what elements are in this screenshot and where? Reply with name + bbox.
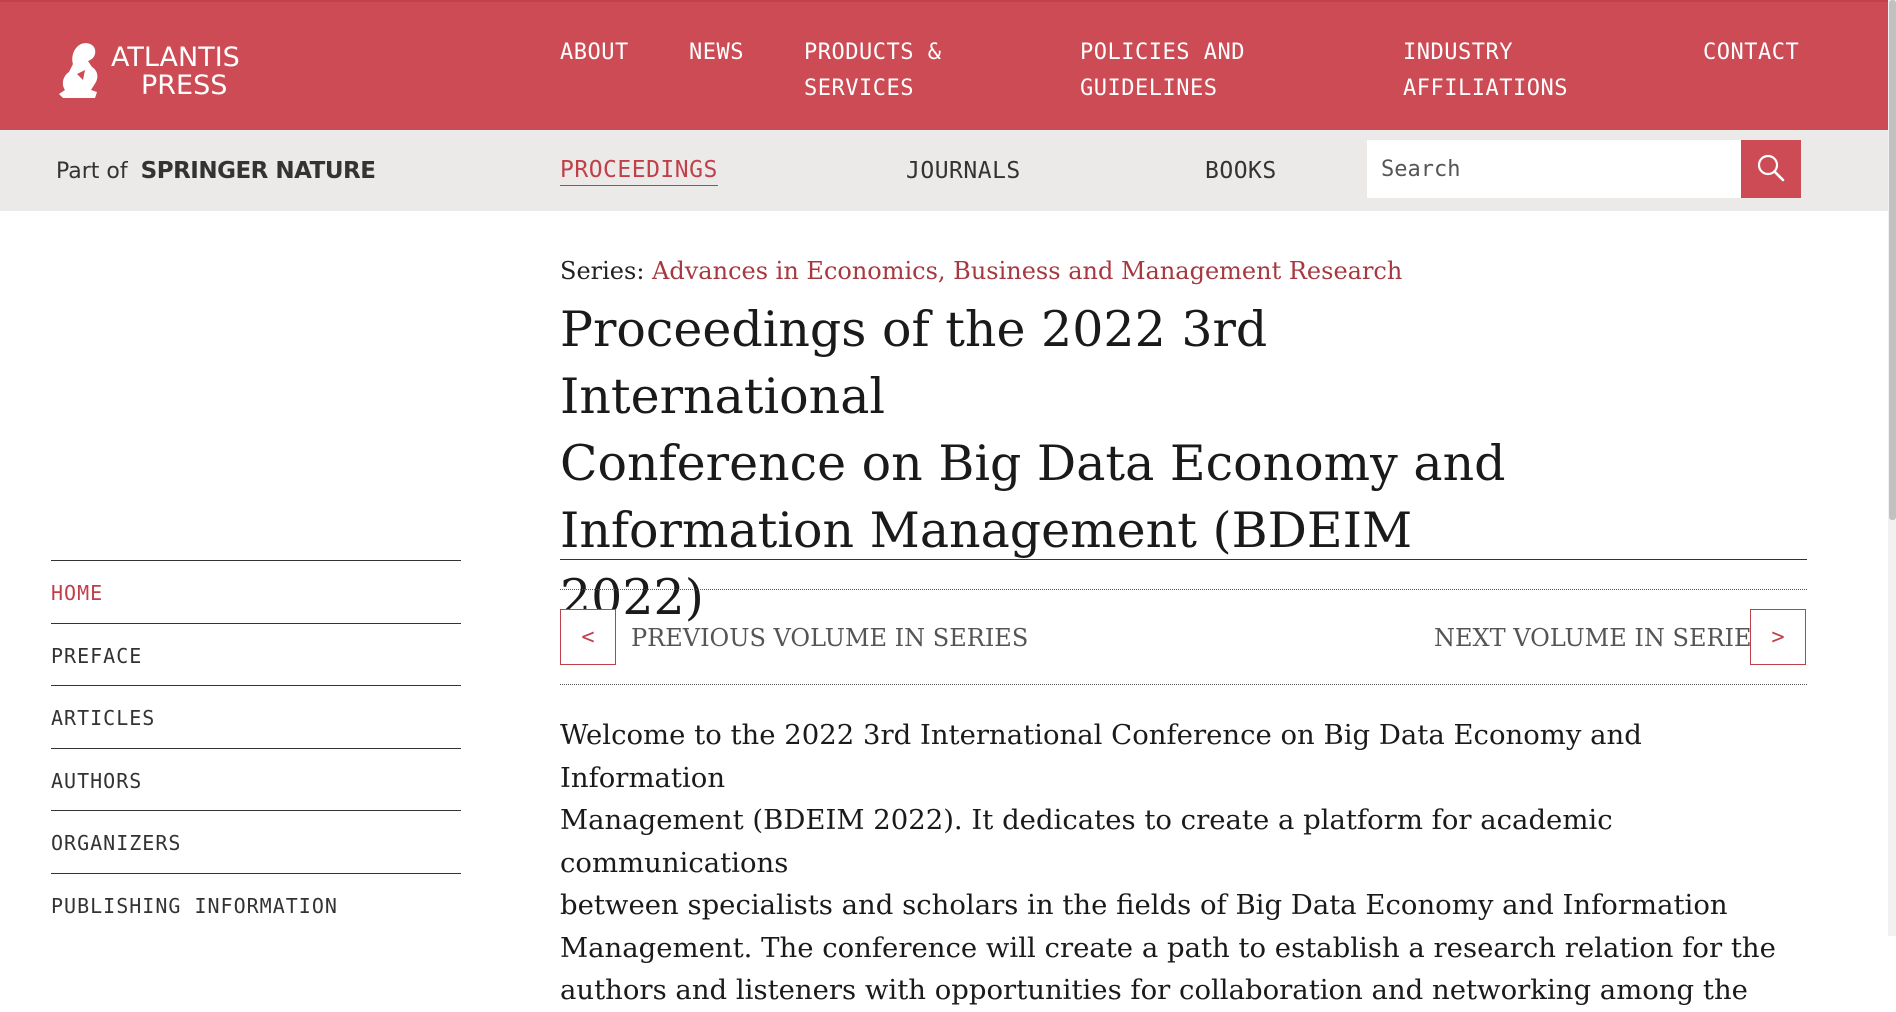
volume-nav-bottom-divider: [560, 684, 1807, 685]
logo-wordmark: ATLANTIS PRESS: [111, 44, 240, 100]
nav-news[interactable]: NEWS: [689, 35, 744, 71]
series-line: Series: Advances in Economics, Business …: [560, 254, 1402, 288]
sidebar-item-articles[interactable]: ARTICLES: [51, 685, 461, 748]
previous-volume-button[interactable]: <: [560, 609, 616, 665]
nav-products-services[interactable]: PRODUCTS & SERVICES: [804, 35, 941, 107]
nav-policies-line-1: POLICIES AND: [1080, 40, 1245, 65]
intro-paragraph: Welcome to the 2022 3rd International Co…: [560, 714, 1810, 1012]
nav-policies-line-2: GUIDELINES: [1080, 76, 1218, 101]
nav-about[interactable]: ABOUT: [560, 35, 629, 71]
previous-volume-link[interactable]: PREVIOUS VOLUME IN SERIES: [631, 621, 1028, 655]
chevron-left-icon: <: [581, 625, 595, 650]
intro-line-2: Management (BDEIM 2022). It dedicates to…: [560, 804, 1613, 879]
search-icon: [1757, 154, 1785, 182]
sidebar-nav: HOME PREFACE ARTICLES AUTHORS ORGANIZERS…: [51, 560, 461, 935]
nav-industry-affiliations[interactable]: INDUSTRY AFFILIATIONS: [1403, 35, 1568, 107]
logo-line-1: ATLANTIS: [111, 42, 240, 73]
title-line-1: Proceedings of the 2022 3rd Internationa…: [560, 301, 1268, 425]
nav-news-label: NEWS: [689, 40, 744, 65]
title-line-3: Information Management (BDEIM 2022): [560, 502, 1413, 626]
series-link[interactable]: Advances in Economics, Business and Mana…: [652, 257, 1402, 285]
intro-line-1: Welcome to the 2022 3rd International Co…: [560, 719, 1642, 794]
nav-products-line-1: PRODUCTS &: [804, 40, 942, 65]
search-button[interactable]: [1741, 140, 1801, 198]
nav-about-label: ABOUT: [560, 40, 629, 65]
series-label: Series:: [560, 257, 645, 285]
sidebar-item-authors[interactable]: AUTHORS: [51, 747, 461, 811]
top-header: ATLANTIS PRESS ABOUT NEWS PRODUCTS & SER…: [0, 0, 1888, 130]
title-divider: [560, 559, 1807, 560]
intro-line-3: between specialists and scholars in the …: [560, 889, 1728, 921]
next-volume-button[interactable]: >: [1750, 609, 1806, 665]
thinker-logo-icon: [59, 43, 98, 98]
nav-policies-guidelines[interactable]: POLICIES AND GUIDELINES: [1080, 35, 1245, 107]
volume-nav-top-divider: [560, 589, 1807, 590]
tab-journals[interactable]: JOURNALS: [906, 155, 1021, 187]
sidebar-item-home[interactable]: HOME: [51, 560, 461, 623]
sidebar-item-organizers[interactable]: ORGANIZERS: [51, 810, 461, 873]
intro-line-5: authors and listeners with opportunities…: [560, 974, 1748, 1006]
logo-line-2: PRESS: [141, 70, 228, 101]
sidebar-item-publishing-information[interactable]: PUBLISHING INFORMATION: [51, 872, 461, 936]
springer-nature-logo: SPRINGER NATURE: [140, 158, 376, 184]
part-of-label: Part of: [56, 159, 128, 184]
chevron-right-icon: >: [1771, 625, 1785, 650]
nav-contact[interactable]: CONTACT: [1703, 35, 1799, 71]
intro-line-4: Management. The conference will create a…: [560, 931, 1776, 964]
nav-industry-line-2: AFFILIATIONS: [1403, 76, 1568, 101]
scrollbar-thumb[interactable]: [1889, 0, 1896, 520]
nav-contact-label: CONTACT: [1703, 40, 1800, 65]
tab-proceedings[interactable]: PROCEEDINGS: [560, 155, 718, 186]
search-input[interactable]: [1367, 140, 1741, 198]
next-volume-link[interactable]: NEXT VOLUME IN SERIES: [1434, 621, 1768, 655]
springer-nature-link[interactable]: Part of SPRINGER NATURE: [56, 156, 376, 187]
title-line-2: Conference on Big Data Economy and: [560, 435, 1506, 492]
nav-products-line-2: SERVICES: [804, 76, 914, 101]
tab-books[interactable]: BOOKS: [1205, 155, 1277, 187]
atlantis-press-logo[interactable]: ATLANTIS PRESS: [55, 40, 245, 102]
page-title: Proceedings of the 2022 3rd Internationa…: [560, 296, 1560, 631]
sidebar-item-preface[interactable]: PREFACE: [51, 622, 461, 686]
nav-industry-line-1: INDUSTRY: [1403, 40, 1513, 65]
